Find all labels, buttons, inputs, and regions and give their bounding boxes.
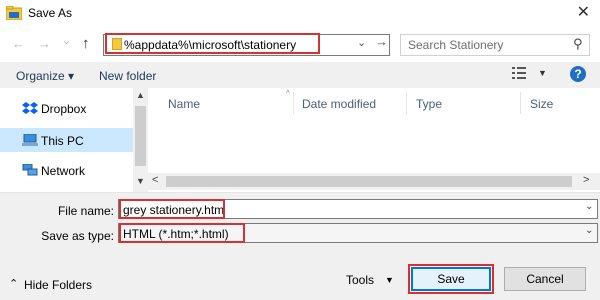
sidebar-item-label: This PC xyxy=(41,134,84,148)
save-as-type-label: Save as type: xyxy=(41,229,114,243)
save-as-type-dropdown-icon[interactable]: ⌄ xyxy=(585,225,593,236)
column-divider[interactable] xyxy=(293,92,294,114)
column-divider[interactable] xyxy=(520,92,521,114)
recent-locations-icon[interactable]: ⌄ xyxy=(62,34,71,47)
column-header-date-modified[interactable]: Date modified xyxy=(302,97,376,111)
tools-dropdown-icon[interactable]: ▼ xyxy=(385,275,394,285)
computer-icon xyxy=(22,134,38,146)
window-title: Save As xyxy=(28,6,73,20)
sidebar-item-label: Network xyxy=(41,164,86,178)
view-dropdown-icon[interactable]: ▼ xyxy=(538,68,547,78)
scroll-up-icon[interactable]: ▲ xyxy=(136,90,145,100)
sidebar-item-this-pc[interactable]: This PC xyxy=(0,128,133,152)
sidebar-item-network[interactable]: Network xyxy=(0,158,133,182)
sidebar-item-label: Dropbox xyxy=(41,102,87,116)
hide-folders-button[interactable]: Hide Folders xyxy=(24,278,92,292)
address-highlight xyxy=(105,33,320,54)
pane-divider xyxy=(0,192,600,193)
nav-scroll-thumb[interactable] xyxy=(135,106,146,166)
up-arrow-icon[interactable]: ↑ xyxy=(82,35,90,52)
scroll-left-icon[interactable]: < xyxy=(152,174,158,186)
view-options-icon[interactable] xyxy=(512,67,526,79)
dropbox-icon xyxy=(22,102,38,114)
scroll-down-icon[interactable]: ▼ xyxy=(136,176,145,186)
network-icon xyxy=(22,164,38,176)
column-header-size[interactable]: Size xyxy=(530,97,553,111)
column-header-name[interactable]: Name xyxy=(168,97,200,111)
file-name-label: File name: xyxy=(57,204,114,218)
scroll-right-icon[interactable]: > xyxy=(583,174,589,186)
back-arrow-icon[interactable]: ← xyxy=(12,36,25,51)
close-icon[interactable]: ✕ xyxy=(577,4,590,22)
column-header-type[interactable]: Type xyxy=(416,97,442,111)
cancel-button[interactable]: Cancel xyxy=(504,267,586,291)
column-divider[interactable] xyxy=(406,92,407,114)
search-icon[interactable]: ⚲ xyxy=(573,36,583,52)
save-as-app-icon xyxy=(6,6,22,20)
search-placeholder[interactable]: Search Stationery xyxy=(408,38,503,52)
sort-caret-icon: ^ xyxy=(286,89,290,98)
address-dropdown-icon[interactable]: ⌄ xyxy=(357,36,366,49)
title-bar xyxy=(0,0,600,28)
save-highlight xyxy=(408,264,494,294)
hide-folders-chevron-icon[interactable]: ⌃ xyxy=(9,277,18,290)
go-arrow-icon[interactable]: → xyxy=(375,34,388,49)
forward-arrow-icon[interactable]: → xyxy=(38,36,51,51)
new-folder-button[interactable]: New folder xyxy=(99,69,156,83)
organize-menu[interactable]: Organize ▾ xyxy=(16,69,74,83)
file-name-dropdown-icon[interactable]: ⌄ xyxy=(585,201,593,212)
help-icon[interactable]: ? xyxy=(570,66,586,82)
horizontal-scroll-thumb[interactable] xyxy=(166,176,572,187)
save-as-type-highlight xyxy=(119,223,245,243)
command-bar xyxy=(0,62,600,88)
file-name-highlight xyxy=(119,199,225,219)
sidebar-item-dropbox[interactable]: Dropbox xyxy=(0,96,133,120)
tools-menu[interactable]: Tools xyxy=(346,273,374,287)
